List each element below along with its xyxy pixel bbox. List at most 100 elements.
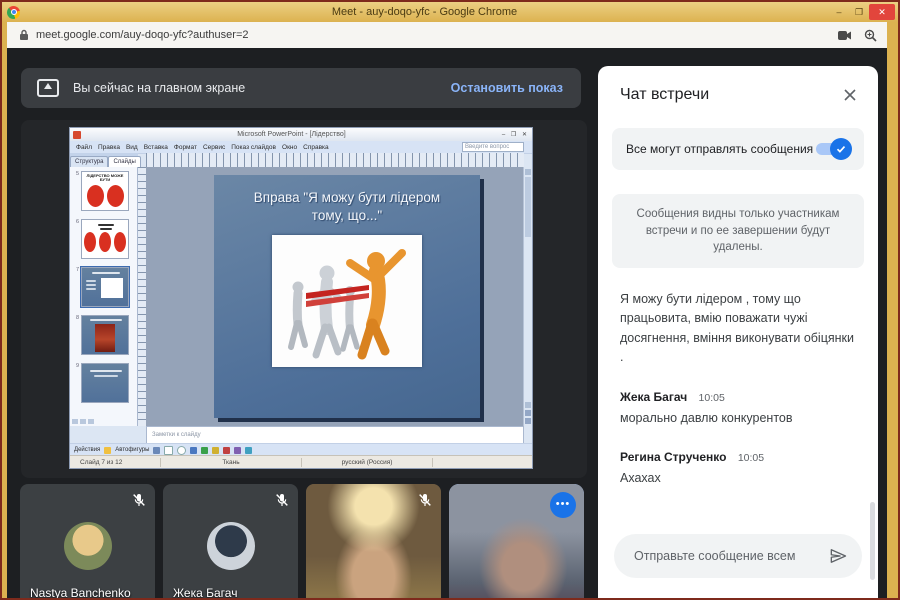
- close-icon[interactable]: [842, 87, 858, 103]
- more-options-button[interactable]: •••: [550, 492, 576, 518]
- powerpoint-app-icon: [73, 130, 81, 139]
- presenting-banner: Вы сейчас на главном экране Остановить п…: [21, 68, 581, 108]
- slide-thumbnails-pane[interactable]: 5 ЛІДЕРСТВО МОЖЕ БУТИ 6 7 8 9: [70, 167, 138, 426]
- menu-file[interactable]: Файл: [76, 144, 92, 151]
- prev-slide-icon[interactable]: [525, 410, 531, 416]
- participant-tile[interactable]: Жека Багач: [163, 484, 298, 598]
- mic-off-icon: [276, 494, 288, 506]
- chat-permission-toggle-row: Все могут отправлять сообщения: [612, 128, 864, 170]
- thumb-number: 8: [75, 315, 79, 321]
- mic-off-icon: [133, 494, 145, 506]
- menu-format[interactable]: Формат: [174, 144, 197, 151]
- ppt-titlebar: Microsoft PowerPoint - [Лідерство] – ❐ ✕: [70, 128, 532, 142]
- zoom-icon[interactable]: [864, 29, 877, 42]
- scroll-down-icon[interactable]: [525, 402, 531, 408]
- textbox-tool-icon[interactable]: [190, 446, 198, 454]
- chat-message-input[interactable]: [632, 548, 828, 564]
- avatar: [206, 522, 255, 570]
- menu-tools[interactable]: Сервис: [203, 144, 225, 151]
- slide-thumbnail[interactable]: [81, 315, 129, 355]
- notes-pane[interactable]: Заметки к слайду: [146, 426, 524, 444]
- menu-view[interactable]: Вид: [126, 144, 138, 151]
- allow-messages-toggle[interactable]: [816, 138, 852, 160]
- screen-share-tile[interactable]: Microsoft PowerPoint - [Лідерство] – ❐ ✕…: [21, 120, 587, 478]
- stop-presenting-link[interactable]: Остановить показ: [451, 81, 563, 95]
- close-button[interactable]: ✕: [869, 4, 895, 20]
- rectangle-tool-icon[interactable]: [164, 445, 174, 455]
- message-time: 10:05: [737, 451, 765, 464]
- arrow-style-icon[interactable]: [245, 446, 253, 454]
- participant-tile[interactable]: Денис Красильник: [306, 484, 441, 598]
- window-titlebar[interactable]: Meet - auy-doqo-yfc - Google Chrome – ❐ …: [2, 2, 898, 22]
- red-oval: [106, 184, 124, 207]
- chat-notice-text: Сообщения видны только участникам встреч…: [636, 208, 840, 254]
- menu-window[interactable]: Окно: [282, 144, 297, 151]
- chat-scrollbar[interactable]: [870, 502, 875, 580]
- fill-color-icon[interactable]: [212, 446, 220, 454]
- ask-question-box[interactable]: Введите вопрос: [462, 142, 524, 152]
- menu-slideshow[interactable]: Показ слайдов: [231, 144, 276, 151]
- slide-scrollbar[interactable]: [523, 167, 532, 426]
- thumb-number: 7: [75, 267, 79, 273]
- next-slide-icon[interactable]: [525, 418, 531, 424]
- autoshapes-menu[interactable]: Автофигуры: [115, 447, 149, 453]
- thumb-text-bar: [100, 228, 112, 230]
- participant-name: Nastya Banchenko: [30, 586, 131, 598]
- url-text[interactable]: meet.google.com/auy-doqo-yfc?authuser=2: [36, 29, 838, 41]
- address-bar[interactable]: meet.google.com/auy-doqo-yfc?authuser=2: [7, 22, 887, 49]
- message-sender: Регина Струченко: [620, 449, 727, 464]
- thumbnail-row[interactable]: 8: [72, 315, 135, 355]
- chat-message-header: Регина Струченко 10:05: [620, 450, 854, 464]
- send-button[interactable]: [828, 546, 848, 566]
- participant-tile[interactable]: Nastya Banchenko: [20, 484, 155, 598]
- line-color-icon[interactable]: [223, 446, 231, 454]
- thumbnail-row[interactable]: 5 ЛІДЕРСТВО МОЖЕ БУТИ: [72, 171, 135, 211]
- check-icon: [836, 146, 846, 153]
- mic-off-icon: [419, 494, 431, 506]
- minimize-button[interactable]: –: [829, 5, 849, 19]
- slide-thumbnail[interactable]: [81, 219, 129, 259]
- red-oval: [114, 232, 126, 252]
- slide-editing-area[interactable]: Вправа "Я можу бути лідером тому, що...": [146, 167, 524, 426]
- tab-slides[interactable]: Слайды: [108, 156, 141, 167]
- status-language: русский (Россия): [302, 457, 433, 467]
- ppt-window-controls[interactable]: – ❐ ✕: [502, 131, 529, 138]
- red-oval: [99, 232, 111, 252]
- tab-outline[interactable]: Структура: [70, 156, 109, 167]
- folder-icon[interactable]: [104, 446, 112, 454]
- actions-menu[interactable]: Действия: [74, 447, 100, 453]
- media-control-icon[interactable]: [838, 30, 852, 41]
- thumb-text-bar: [98, 224, 114, 226]
- maximize-button[interactable]: ❐: [849, 5, 869, 19]
- scrollbar-thumb[interactable]: [525, 177, 531, 237]
- powerpoint-window: Microsoft PowerPoint - [Лідерство] – ❐ ✕…: [70, 128, 532, 468]
- chrome-logo-icon: [7, 5, 20, 19]
- slide-thumbnail[interactable]: [81, 363, 129, 403]
- wordart-tool-icon[interactable]: [201, 446, 209, 454]
- ellipse-tool-icon[interactable]: [177, 445, 187, 455]
- menu-edit[interactable]: Правка: [98, 144, 120, 151]
- thumb-number: 9: [75, 363, 79, 369]
- slide-thumbnail-selected[interactable]: [80, 266, 130, 308]
- thumbnail-row[interactable]: 9: [72, 363, 135, 403]
- thumbnail-row[interactable]: 7: [72, 266, 135, 308]
- scroll-up-icon[interactable]: [525, 169, 531, 175]
- thumb-number: 5: [75, 171, 79, 177]
- thumbnail-row[interactable]: 6: [72, 219, 135, 259]
- line-tool-icon[interactable]: [153, 446, 161, 454]
- menu-insert[interactable]: Вставка: [144, 144, 168, 151]
- avatar: [63, 522, 112, 570]
- thumb-title: ЛІДЕРСТВО МОЖЕ БУТИ: [86, 173, 124, 183]
- current-slide[interactable]: Вправа "Я можу бути лідером тому, що...": [214, 175, 480, 418]
- chat-messages: Я можу бути лідером , тому що працьовита…: [598, 268, 878, 488]
- shadow-style-icon[interactable]: [234, 446, 242, 454]
- chat-message: Ахахах: [620, 470, 661, 485]
- chat-message: Я можу бути лідером , тому що працьовита…: [620, 292, 854, 365]
- view-buttons[interactable]: [72, 419, 94, 424]
- thumb-image: [95, 324, 115, 352]
- self-tile[interactable]: ••• Вы: [449, 484, 584, 598]
- menu-help[interactable]: Справка: [303, 144, 329, 151]
- slide-thumbnail[interactable]: ЛІДЕРСТВО МОЖЕ БУТИ: [81, 171, 129, 211]
- chrome-window: Meet - auy-doqo-yfc - Google Chrome – ❐ …: [0, 0, 900, 600]
- toggle-label: Все могут отправлять сообщения: [626, 142, 814, 156]
